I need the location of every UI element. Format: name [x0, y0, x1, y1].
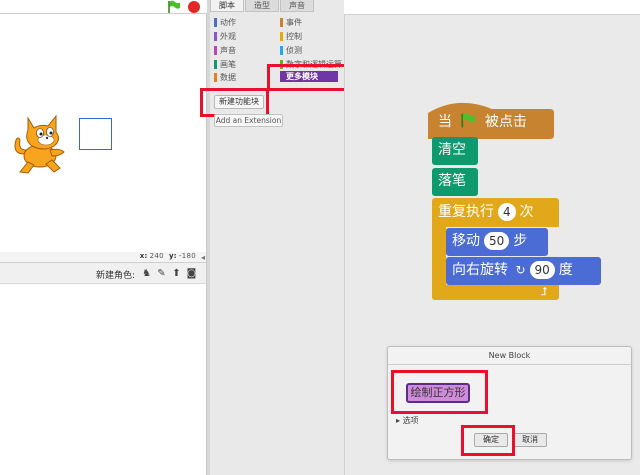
- category-sensing[interactable]: 侦测: [280, 45, 302, 56]
- move-steps-block[interactable]: 移动 50 步: [446, 228, 548, 256]
- dialog-title: New Block: [388, 347, 631, 365]
- new-sprite-bar: 新建角色: ♞ ✎ ⬆ ◙: [0, 262, 207, 284]
- repeat-block-bottom: [432, 285, 559, 300]
- y-value: -180: [178, 252, 196, 260]
- editor-tabs: 脚本 造型 声音: [210, 0, 315, 12]
- move-text: 移动: [452, 233, 480, 249]
- tab-scripts[interactable]: 脚本: [210, 0, 244, 12]
- new-sprite-label: 新建角色:: [96, 271, 136, 281]
- repeat-block-arm: [432, 227, 446, 285]
- x-value: 240: [149, 252, 164, 260]
- coordinate-bar: x: 240 y: -180: [0, 252, 207, 262]
- repeat-arrow-icon: ⮥: [541, 285, 548, 298]
- cancel-button[interactable]: 取消: [513, 433, 547, 447]
- category-pen[interactable]: 画笔: [214, 59, 236, 70]
- category-motion[interactable]: 动作: [214, 17, 236, 28]
- repeat-text: 重复执行: [438, 204, 494, 220]
- square-sprite[interactable]: [79, 118, 112, 150]
- stop-icon[interactable]: [188, 1, 200, 13]
- options-label: 选项: [402, 416, 419, 425]
- x-label: x:: [139, 252, 148, 260]
- stage[interactable]: [0, 14, 207, 252]
- upload-sprite-icon[interactable]: ⬆: [170, 267, 183, 280]
- highlight-box-ok: [461, 425, 515, 456]
- collapse-arrow-icon[interactable]: ◂: [201, 253, 205, 262]
- options-toggle[interactable]: ▸ 选项: [396, 415, 419, 426]
- turn-degrees-input[interactable]: 90: [529, 261, 555, 279]
- highlight-box-make-block: [200, 88, 269, 117]
- sprite-list[interactable]: [0, 284, 207, 475]
- category-sound[interactable]: 声音: [214, 45, 236, 56]
- camera-icon[interactable]: ◙: [185, 267, 198, 280]
- disclosure-triangle-icon: ▸: [396, 416, 401, 425]
- move-steps-input[interactable]: 50: [484, 232, 510, 250]
- highlight-box-block-name: [391, 370, 488, 414]
- add-extension-button[interactable]: Add an Extension: [214, 114, 283, 127]
- tab-costumes[interactable]: 造型: [245, 0, 279, 12]
- choose-sprite-icon[interactable]: ♞: [140, 267, 153, 280]
- green-flag-icon: [461, 113, 476, 128]
- move-suffix-text: 步: [513, 233, 528, 249]
- pen-down-block[interactable]: 落笔: [432, 168, 478, 196]
- turn-text: 向右旋转: [452, 262, 508, 278]
- mouse-coordinates: x: 240 y: -180: [140, 252, 196, 260]
- category-data[interactable]: 数据: [214, 72, 236, 83]
- paint-sprite-icon[interactable]: ✎: [155, 267, 168, 280]
- green-flag-icon[interactable]: [167, 0, 181, 13]
- repeat-block-label: 重复执行 4 次: [432, 199, 534, 227]
- turn-right-block[interactable]: 向右旋转 ↻ 90 度: [446, 257, 601, 285]
- highlight-box-more-blocks: [267, 64, 351, 91]
- tab-sounds[interactable]: 声音: [280, 0, 314, 12]
- pen-down-block-text: 落笔: [438, 173, 466, 189]
- clear-block-text: 清空: [438, 142, 466, 158]
- category-events[interactable]: 事件: [280, 17, 302, 28]
- clear-block[interactable]: 清空: [432, 137, 478, 165]
- category-looks[interactable]: 外观: [214, 31, 236, 42]
- category-control[interactable]: 控制: [280, 31, 302, 42]
- turn-suffix-text: 度: [558, 262, 573, 278]
- repeat-count-input[interactable]: 4: [498, 203, 516, 221]
- y-label: y:: [168, 252, 177, 260]
- cat-sprite-icon[interactable]: [10, 110, 76, 176]
- repeat-suffix-text: 次: [519, 204, 534, 220]
- hat-when-text: 当: [438, 114, 452, 130]
- hat-clicked-text: 被点击: [484, 114, 527, 130]
- rotate-right-icon: ↻: [515, 263, 526, 277]
- when-flag-clicked-block[interactable]: 当 被点击: [428, 109, 554, 135]
- sprite-tools: ♞ ✎ ⬆ ◙: [140, 267, 198, 280]
